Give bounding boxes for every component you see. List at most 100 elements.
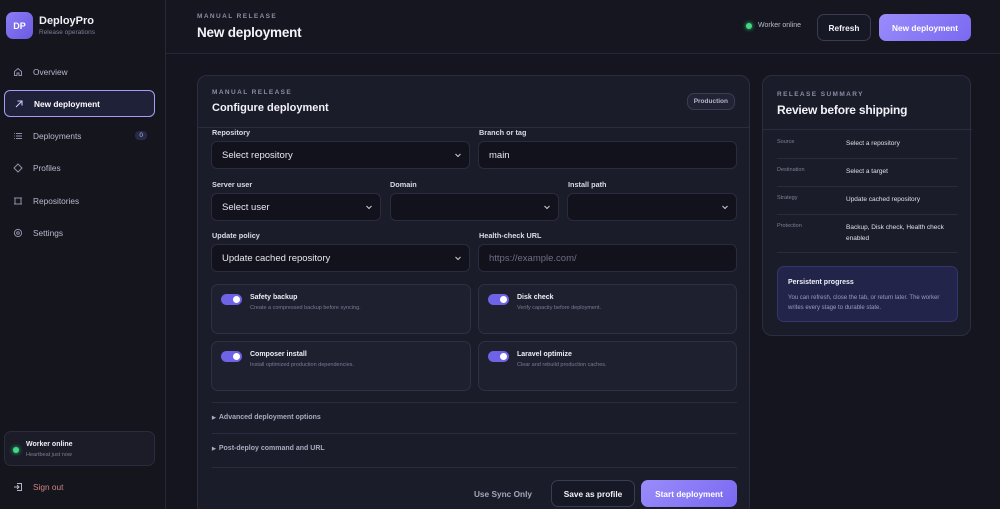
sidebar-item-deployments[interactable]: Deployments 0 xyxy=(4,123,155,150)
sign-out-link[interactable]: Sign out xyxy=(13,482,63,492)
worker-status-card: Worker online Heartbeat just now xyxy=(4,431,155,466)
summary-row-protection: Protection Backup, Disk check, Health ch… xyxy=(777,223,958,253)
summary-key: Protection xyxy=(777,223,802,229)
laravel-optimize-card: Laravel optimize Clear and rebuild produ… xyxy=(478,341,737,391)
summary-divider xyxy=(763,129,972,130)
summary-row-strategy: Strategy Update cached repository xyxy=(777,195,958,215)
sidebar-item-label: Settings xyxy=(33,227,63,238)
panel-eyebrow: MANUAL RELEASE xyxy=(212,89,293,96)
brand-subtitle: Release operations xyxy=(39,28,96,36)
health-check-url-input[interactable]: https://example.com/ xyxy=(478,244,737,272)
deployments-count-badge: 0 xyxy=(135,130,147,140)
gear-icon xyxy=(13,228,23,238)
sidebar-item-label: New deployment xyxy=(34,98,100,109)
disk-check-card: Disk check Verify capacity before deploy… xyxy=(478,284,737,334)
toggle-title: Safety backup xyxy=(250,294,298,301)
sign-out-label: Sign out xyxy=(33,482,64,492)
repository-icon xyxy=(13,196,23,206)
toggle-description: Create a compressed backup before syncin… xyxy=(250,305,361,311)
use-sync-only-button[interactable]: Use Sync Only xyxy=(468,480,538,507)
refresh-button[interactable]: Refresh xyxy=(817,14,871,41)
sidebar-item-new-deployment[interactable]: New deployment xyxy=(4,90,155,118)
sidebar-item-label: Deployments xyxy=(33,131,82,142)
configure-deployment-panel: MANUAL RELEASE Configure deployment Prod… xyxy=(197,75,750,509)
composer-install-toggle[interactable] xyxy=(221,351,242,362)
domain-select[interactable] xyxy=(390,193,559,221)
toggle-description: Clear and rebuild production caches. xyxy=(517,362,607,368)
brand-logo: DP xyxy=(6,12,33,39)
worker-status-subtitle: Heartbeat just now xyxy=(26,452,72,458)
header-status-text: Worker online xyxy=(758,22,802,29)
caret-right-icon: ▶ xyxy=(212,414,216,421)
page-title: New deployment xyxy=(197,25,302,40)
progress-title: Persistent progress xyxy=(788,279,854,286)
install-path-label: Install path xyxy=(568,180,607,189)
install-path-select[interactable] xyxy=(567,193,737,221)
worker-status-dot xyxy=(13,447,19,453)
summary-key: Strategy xyxy=(777,195,798,201)
laravel-optimize-toggle[interactable] xyxy=(488,351,509,362)
summary-title: Review before shipping xyxy=(777,103,908,117)
divider xyxy=(212,402,737,403)
progress-description: You can refresh, close the tab, or retur… xyxy=(788,295,940,311)
summary-value: Select a repository xyxy=(846,140,900,147)
sidebar-item-profiles[interactable]: Profiles xyxy=(4,155,155,182)
chevron-down-icon xyxy=(454,254,462,262)
sign-out-icon xyxy=(13,482,23,492)
sidebar-item-label: Profiles xyxy=(33,163,61,174)
sidebar: DP DeployPro Release operations Overview… xyxy=(0,0,166,509)
caret-right-icon: ▶ xyxy=(212,445,216,452)
new-deployment-button[interactable]: New deployment xyxy=(879,14,971,41)
chevron-down-icon xyxy=(365,203,373,211)
sidebar-item-repositories[interactable]: Repositories xyxy=(4,187,155,214)
home-icon xyxy=(13,67,23,77)
header-worker-status: Worker online xyxy=(746,22,801,29)
worker-status-title: Worker online xyxy=(26,441,73,448)
chevron-down-icon xyxy=(543,203,551,211)
sidebar-nav: Overview New deployment Deployments 0 Pr… xyxy=(4,58,155,252)
chevron-down-icon xyxy=(721,203,729,211)
safety-backup-toggle[interactable] xyxy=(221,294,242,305)
summary-value: Update cached repository xyxy=(846,196,921,203)
divider xyxy=(212,433,737,434)
brand-name: DeployPro xyxy=(39,14,95,27)
header-eyebrow: MANUAL RELEASE xyxy=(197,13,278,20)
update-policy-select[interactable]: Update cached repository xyxy=(211,244,470,272)
server-user-select[interactable]: Select user xyxy=(211,193,381,221)
diamond-icon xyxy=(13,163,23,174)
advanced-options-toggle[interactable]: ▶ Advanced deployment options xyxy=(212,414,737,421)
sidebar-item-label: Repositories xyxy=(33,195,80,206)
safety-backup-card: Safety backup Create a compressed backup… xyxy=(211,284,471,334)
sidebar-item-label: Overview xyxy=(33,66,68,77)
summary-key: Source xyxy=(777,139,795,145)
save-as-profile-button[interactable]: Save as profile xyxy=(551,480,635,507)
disk-check-toggle[interactable] xyxy=(488,294,509,305)
list-icon xyxy=(13,131,23,141)
branch-input[interactable]: main xyxy=(478,141,737,169)
sidebar-item-overview[interactable]: Overview xyxy=(4,58,155,85)
toggle-title: Laravel optimize xyxy=(517,351,572,358)
panel-title: Configure deployment xyxy=(212,102,329,114)
summary-value: Backup, Disk check, Health check enabled xyxy=(846,224,944,242)
composer-install-card: Composer install Install optimized produ… xyxy=(211,341,471,391)
chevron-down-icon xyxy=(454,151,462,159)
arrow-up-right-icon xyxy=(14,99,24,109)
health-check-placeholder: https://example.com/ xyxy=(489,252,577,264)
start-deployment-button[interactable]: Start deployment xyxy=(641,480,737,507)
update-policy-label: Update policy xyxy=(212,231,260,240)
summary-key: Destination xyxy=(777,167,805,173)
summary-row-source: Source Select a repository xyxy=(777,139,958,159)
sidebar-item-settings[interactable]: Settings xyxy=(4,219,155,246)
summary-row-destination: Destination Select a target xyxy=(777,167,958,187)
post-deploy-toggle[interactable]: ▶ Post-deploy command and URL xyxy=(212,445,737,452)
summary-eyebrow: RELEASE SUMMARY xyxy=(777,91,864,98)
divider xyxy=(212,467,737,468)
persistent-progress-card: Persistent progress You can refresh, clo… xyxy=(777,266,958,322)
panel-divider xyxy=(198,127,749,128)
repository-select[interactable]: Select repository xyxy=(211,141,470,169)
toggle-title: Composer install xyxy=(250,351,307,358)
release-summary-panel: RELEASE SUMMARY Review before shipping S… xyxy=(762,75,972,336)
branch-label: Branch or tag xyxy=(479,128,527,137)
server-user-label: Server user xyxy=(212,180,253,189)
domain-label: Domain xyxy=(390,180,417,189)
